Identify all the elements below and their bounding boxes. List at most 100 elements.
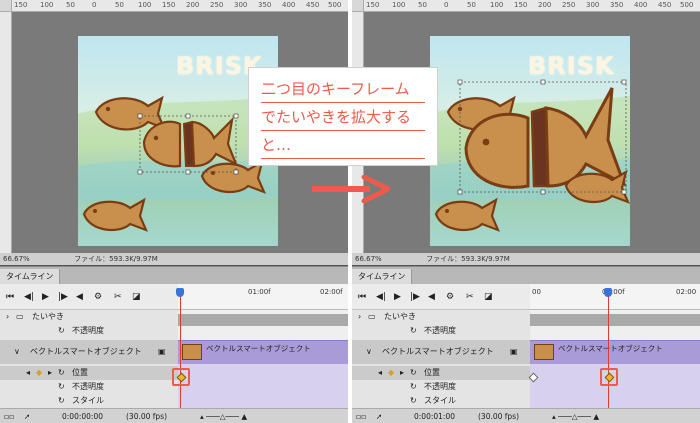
ruler-tick: 50 [66, 1, 75, 9]
previous-frame-icon[interactable]: ◀| [24, 292, 34, 302]
property-label: スタイル [424, 396, 456, 405]
convert-icon[interactable]: ➚ [376, 409, 382, 423]
property-row-style[interactable]: ↻ スタイル [0, 394, 178, 408]
keyframe-diamond-icon[interactable]: ◆ [36, 366, 42, 379]
ruler-tick: 200 [538, 1, 552, 9]
group-bar[interactable] [178, 314, 348, 326]
status-bar: 66.67% ファイル：593.3K/9.97M [0, 253, 348, 265]
timeline-toolbar: ⏮ ◀| ▶ |▶ ◀ ⚙ ✂ ◪ [352, 284, 530, 310]
audio-icon[interactable]: ◀ [76, 292, 83, 302]
ruler-tick: 0 [444, 1, 449, 9]
stopwatch-icon[interactable]: ↻ [58, 366, 65, 379]
ruler-label: 02:00f [320, 288, 343, 296]
ruler-tick: 500 [680, 1, 694, 9]
photoshop-window-after: 150 100 50 0 50 100 150 200 250 300 350 … [352, 0, 700, 423]
ruler-tick: 400 [282, 1, 296, 9]
vertical-ruler [0, 12, 12, 258]
playhead-line[interactable] [180, 292, 181, 408]
group-bar[interactable] [530, 314, 700, 326]
previous-keyframe-icon[interactable]: ◂ [26, 366, 30, 379]
ruler-tick: 300 [586, 1, 600, 9]
file-size: ファイル：593.3K/9.97M [74, 255, 158, 263]
clip-thumbnail [534, 344, 554, 360]
expand-icon[interactable]: ∨ [14, 340, 20, 364]
tab-timeline[interactable]: タイムライン [352, 269, 413, 285]
ruler-label: 02:00 [676, 288, 697, 296]
stopwatch-icon[interactable]: ↻ [410, 366, 417, 379]
convert-icon[interactable]: ➚ [24, 409, 30, 423]
playhead-line[interactable] [608, 292, 609, 408]
timeline-track-area[interactable]: 00 01:00f 02:00 ベクトルスマートオブジェクト [528, 284, 700, 408]
callout-line-3: と… [261, 132, 425, 159]
transition-icon[interactable]: ◪ [132, 292, 141, 302]
folder-icon: ▭ [16, 312, 24, 321]
layer-row-vector-object[interactable]: ∨ ベクトルスマートオブジェクト ▣ [352, 340, 530, 364]
next-frame-icon[interactable]: |▶ [58, 292, 68, 302]
ruler-tick: 500 [328, 1, 342, 9]
transition-icon[interactable]: ◪ [484, 292, 493, 302]
ruler-label: 00 [532, 288, 541, 296]
film-icon[interactable]: ▣ [510, 340, 518, 364]
layer-row-taiyaki[interactable]: › ▭ たいやき [0, 310, 178, 324]
right-arrow-icon [312, 175, 390, 203]
stopwatch-icon[interactable]: ↻ [58, 394, 65, 407]
next-frame-icon[interactable]: |▶ [410, 292, 420, 302]
property-row-opacity-2[interactable]: ↻ 不透明度 [352, 380, 530, 394]
play-icon[interactable]: ▶ [42, 292, 49, 302]
time-ruler[interactable]: 00 01:00f 02:00 [530, 284, 700, 310]
previous-keyframe-icon[interactable]: ◂ [378, 366, 382, 379]
scissors-icon[interactable]: ✂ [114, 292, 122, 302]
next-keyframe-icon[interactable]: ▸ [400, 366, 404, 379]
render-icon[interactable]: ▫▫ [356, 409, 366, 423]
stopwatch-icon[interactable]: ↻ [410, 394, 417, 407]
taiyaki-fish [434, 197, 501, 232]
playhead-icon[interactable] [176, 288, 184, 297]
film-icon[interactable]: ▣ [158, 340, 166, 364]
timeline-track-area[interactable]: 01:00f 02:00f ベクトルスマートオブジェクト [172, 284, 348, 408]
layer-list: › ▭ たいやき ↻ 不透明度 ∨ ベクトルスマートオブジェクト ▣ ◂ ◆ ▸… [352, 310, 530, 410]
zoom-slider[interactable]: ▴ ───△─── ▲ [200, 409, 320, 423]
playhead-icon[interactable] [604, 288, 612, 297]
stopwatch-icon[interactable]: ↻ [58, 380, 65, 393]
stopwatch-icon[interactable]: ↻ [410, 380, 417, 393]
property-row-opacity[interactable]: ↻ 不透明度 [0, 324, 178, 338]
time-ruler[interactable]: 01:00f 02:00f [178, 284, 348, 310]
property-label: スタイル [72, 396, 104, 405]
stopwatch-icon[interactable]: ↻ [58, 324, 65, 337]
keyframe-highlight [172, 368, 190, 386]
taiyaki-fish [82, 197, 149, 232]
property-row-opacity-2[interactable]: ↻ 不透明度 [0, 380, 178, 394]
render-icon[interactable]: ▫▫ [4, 409, 14, 423]
ruler-tick: 250 [562, 1, 576, 9]
property-label: 不透明度 [72, 326, 104, 335]
clip-bar[interactable]: ベクトルスマートオブジェクト [530, 340, 700, 364]
clip-properties-area[interactable] [178, 364, 348, 408]
go-to-first-frame-icon[interactable]: ⏮ [358, 292, 366, 302]
ruler-tick: 150 [14, 1, 28, 9]
tab-timeline[interactable]: タイムライン [0, 269, 61, 285]
expand-icon[interactable]: ∨ [366, 340, 372, 364]
expand-icon[interactable]: › [6, 310, 9, 323]
audio-icon[interactable]: ◀ [428, 292, 435, 302]
expand-icon[interactable]: › [358, 310, 361, 323]
clip-bar[interactable]: ベクトルスマートオブジェクト [178, 340, 348, 364]
keyframe-diamond-icon[interactable]: ◆ [388, 366, 394, 379]
previous-frame-icon[interactable]: ◀| [376, 292, 386, 302]
go-to-first-frame-icon[interactable]: ⏮ [6, 292, 14, 302]
gear-icon[interactable]: ⚙ [446, 292, 454, 302]
property-row-position[interactable]: ◂ ◆ ▸ ↻ 位置 [0, 366, 178, 380]
layer-label: ベクトルスマートオブジェクト [30, 347, 142, 356]
zoom-slider[interactable]: ▴ ───△─── ▲ [552, 409, 672, 423]
artboard[interactable]: BRISK [430, 36, 630, 246]
timeline-tab-bar: タイムライン [352, 266, 700, 285]
scissors-icon[interactable]: ✂ [466, 292, 474, 302]
property-row-position[interactable]: ◂ ◆ ▸ ↻ 位置 [352, 366, 530, 380]
gear-icon[interactable]: ⚙ [94, 292, 102, 302]
property-row-style[interactable]: ↻ スタイル [352, 394, 530, 408]
play-icon[interactable]: ▶ [394, 292, 401, 302]
stopwatch-icon[interactable]: ↻ [410, 324, 417, 337]
property-row-opacity[interactable]: ↻ 不透明度 [352, 324, 530, 338]
next-keyframe-icon[interactable]: ▸ [48, 366, 52, 379]
layer-row-taiyaki[interactable]: › ▭ たいやき [352, 310, 530, 324]
layer-row-vector-object[interactable]: ∨ ベクトルスマートオブジェクト ▣ [0, 340, 178, 364]
